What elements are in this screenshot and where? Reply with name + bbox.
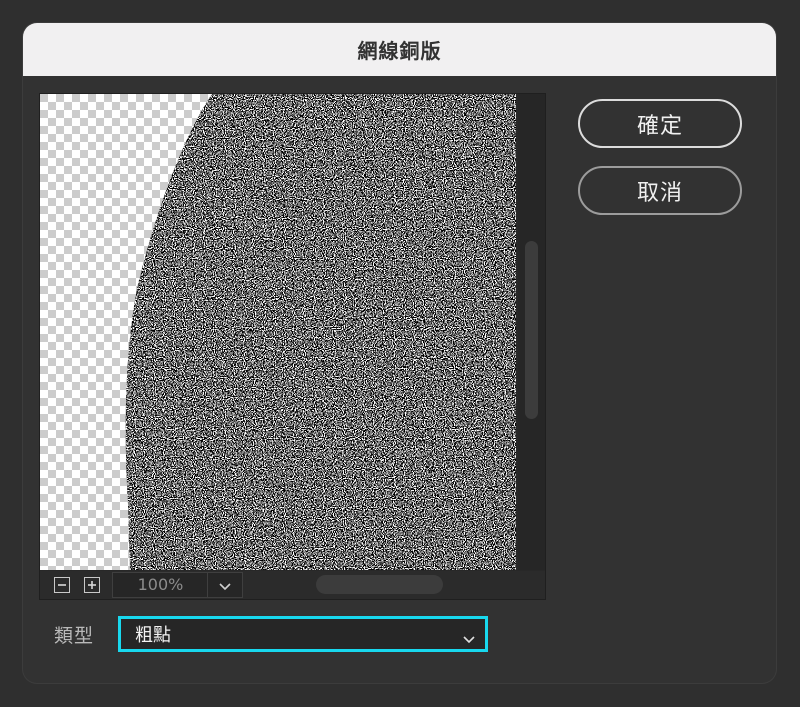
dialog-title: 網線銅版	[23, 23, 776, 76]
cancel-button[interactable]: 取消	[578, 166, 742, 215]
plus-square-icon[interactable]	[84, 577, 100, 593]
preview-panel: 100%	[39, 93, 546, 600]
minus-square-icon[interactable]	[54, 577, 70, 593]
chevron-down-icon	[219, 576, 231, 595]
type-label: 類型	[54, 625, 95, 647]
mezzotint-dialog: 網線銅版 100% 確定 取消 類型 粗點	[23, 23, 776, 683]
preview-toolbar: 100%	[40, 571, 545, 599]
vertical-scroll-thumb[interactable]	[525, 241, 538, 419]
type-select-value: 粗點	[135, 625, 171, 646]
vertical-scrollbar[interactable]	[518, 94, 545, 570]
zoom-dropdown-button[interactable]	[207, 572, 243, 598]
horizontal-scroll-thumb[interactable]	[316, 575, 443, 594]
zoom-level-field[interactable]: 100%	[112, 572, 209, 598]
preview-image[interactable]	[40, 94, 516, 570]
type-select[interactable]: 粗點	[118, 616, 488, 652]
chevron-down-icon	[463, 628, 475, 649]
ok-button[interactable]: 確定	[578, 99, 742, 148]
